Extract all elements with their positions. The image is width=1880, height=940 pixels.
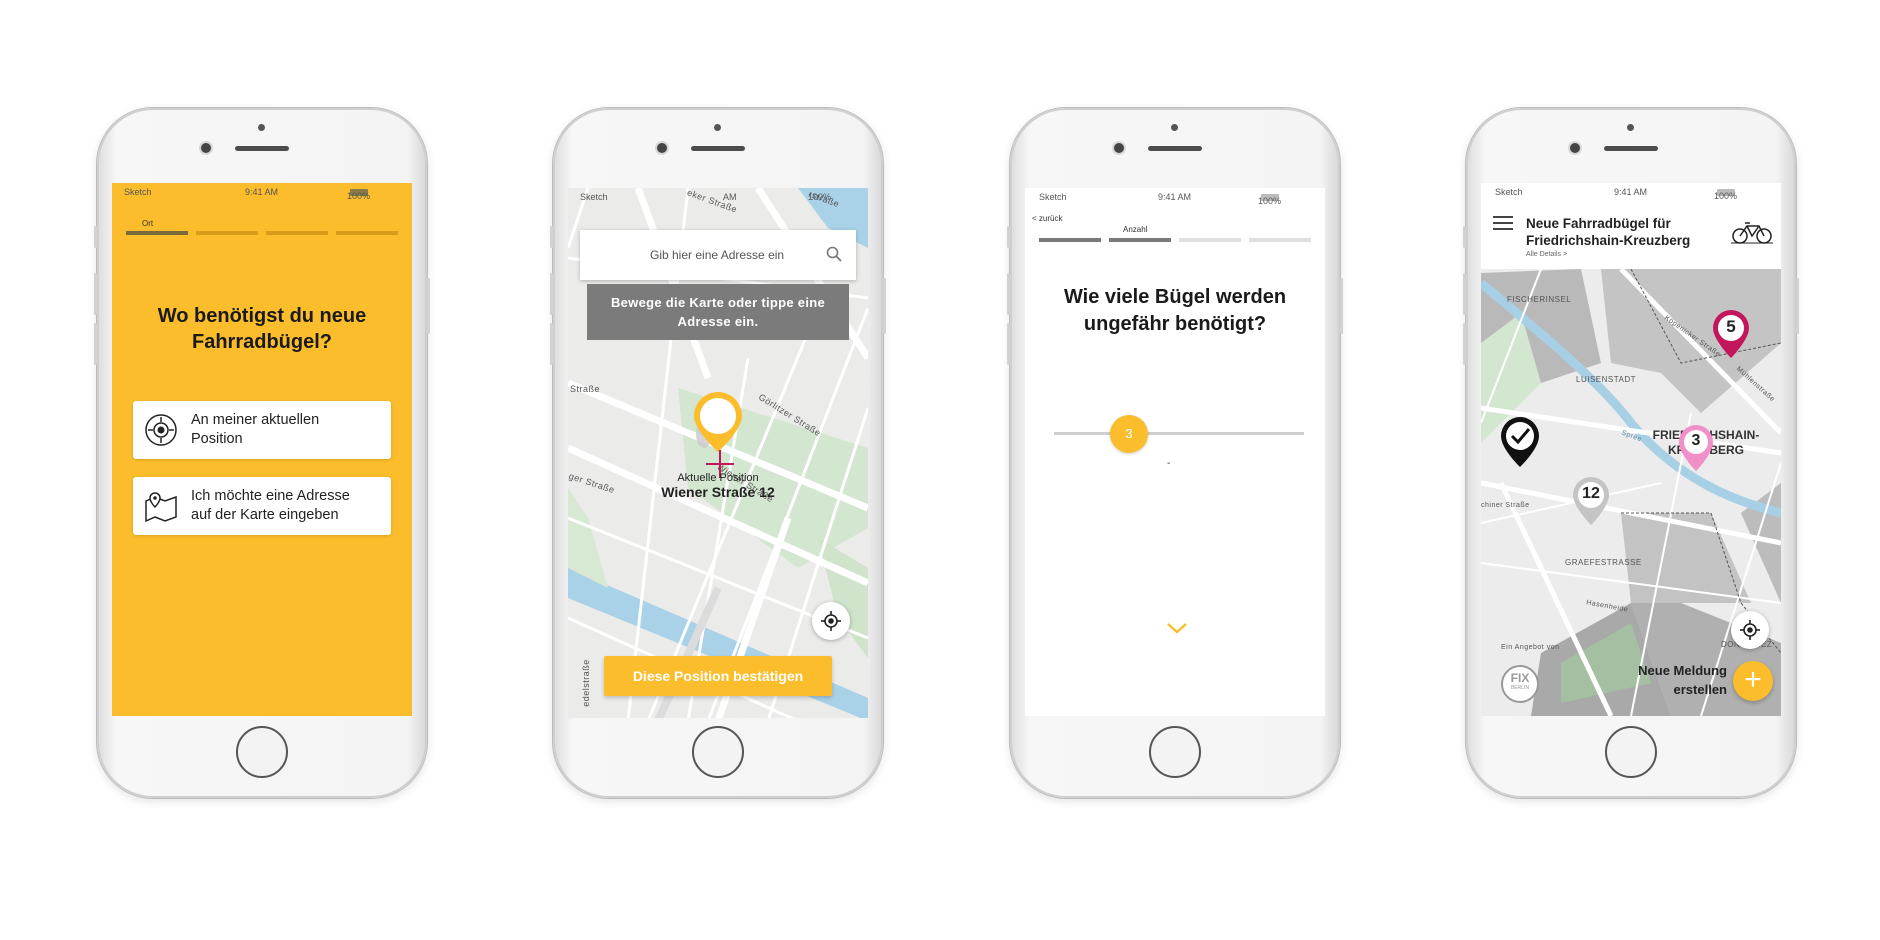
progress-step-4: [1249, 238, 1311, 242]
current-address: Wiener Straße 12: [661, 484, 775, 500]
map-pin-3[interactable]: 3: [1677, 423, 1715, 473]
confirm-position-button[interactable]: Diese Position bestätigen: [604, 656, 832, 696]
area-label: FISCHERINSEL: [1507, 295, 1572, 304]
screen-location-choice: Sketch 9:41 AM 100% Ort Wo benötigst du …: [112, 183, 412, 716]
area-label: chiner Straße: [1481, 502, 1530, 509]
chevron-down-icon[interactable]: [1165, 620, 1189, 636]
home-button[interactable]: [1605, 726, 1657, 778]
phone-frame-1: Sketch 9:41 AM 100% Ort Wo benötigst du …: [94, 108, 430, 798]
battery-percent: 100%: [1714, 189, 1738, 201]
status-time: 9:41 AM: [1614, 187, 1648, 197]
quantity-slider-track[interactable]: [1054, 432, 1304, 435]
signal-carrier: Sketch: [1495, 187, 1523, 197]
home-button[interactable]: [236, 726, 288, 778]
status-bar: Sketch 9:41 AM 100%: [112, 183, 412, 201]
battery-percent: 100%: [808, 192, 832, 202]
fix-logo-text: FIX: [1510, 671, 1530, 685]
back-link[interactable]: < zurück: [1032, 214, 1062, 223]
status-bar: Sketch AM 100%: [568, 188, 868, 206]
pin-count: 5: [1726, 317, 1736, 336]
pin-count: 12: [1582, 485, 1600, 502]
current-position-label: Aktuelle Position: [677, 472, 759, 484]
search-icon[interactable]: [826, 246, 842, 262]
search-input[interactable]: Gib hier eine Adresse ein: [580, 230, 856, 280]
plus-icon: +: [1744, 663, 1762, 696]
phone-frame-2: eker Straße rstraße Straße Görlitzer Str…: [550, 108, 886, 798]
phone-frame-4: FISCHERINSEL LUISENSTADT Köpenicker Stra…: [1463, 108, 1799, 798]
screen-map-position: eker Straße rstraße Straße Görlitzer Str…: [568, 188, 868, 718]
location-target-icon: [1740, 620, 1760, 640]
app-header: Sketch 9:41 AM 100% Neue Fahrradbügel fü…: [1481, 183, 1781, 269]
area-label: Ein Angebot von: [1501, 644, 1560, 651]
map-pin-12[interactable]: 12: [1571, 475, 1611, 527]
step-label: Anzahl: [1123, 225, 1148, 234]
location-marker: [692, 390, 744, 456]
location-target-icon: [821, 611, 841, 631]
progress-step-1: [1039, 238, 1101, 242]
status-time: 9:41 AM: [245, 187, 279, 197]
status-bar: Sketch 9:41 AM 100%: [1481, 183, 1781, 201]
progress-step-1: [126, 231, 188, 235]
progress-step-2: [196, 231, 258, 235]
progress-step-3: [1179, 238, 1241, 242]
add-report-button[interactable]: +: [1733, 661, 1773, 701]
street-label: edelstraße: [580, 659, 591, 707]
option-current-position[interactable]: An meiner aktuellen Position: [133, 401, 391, 459]
progress-step-4: [336, 231, 398, 235]
map-pin-5[interactable]: 5: [1711, 308, 1751, 360]
status-time: AM: [723, 192, 737, 202]
details-link[interactable]: Alle Details >: [1526, 251, 1567, 258]
menu-icon[interactable]: [1493, 215, 1513, 231]
option-enter-address[interactable]: Ich möchte eine Adresse auf der Karte ei…: [133, 477, 391, 535]
status-bar: Sketch 9:41 AM 100%: [1025, 188, 1325, 206]
bicycle-icon: [1731, 221, 1773, 245]
fix-berlin-logo: FIX BERLIN: [1501, 665, 1539, 703]
phone-frame-3: Sketch 9:41 AM 100% < zurück Anzahl Wie …: [1007, 108, 1343, 798]
signal-carrier: Sketch: [1039, 192, 1067, 202]
map-pin-done[interactable]: [1499, 415, 1541, 469]
page-title: Neue Fahrradbügel für Friedrichshain-Kre…: [1526, 216, 1691, 248]
fix-logo-sub: BERLIN: [1510, 685, 1530, 691]
page-title: Wo benötigst du neue Fahrradbügel?: [157, 305, 367, 353]
step-label: Ort: [142, 219, 154, 228]
area-label: LUISENSTADT: [1576, 375, 1637, 384]
locate-me-button[interactable]: [1731, 611, 1769, 649]
map-hint: Bewege die Karte oder tippe eine Adresse…: [587, 284, 849, 340]
screen-overview-map: FISCHERINSEL LUISENSTADT Köpenicker Stra…: [1481, 183, 1781, 716]
battery-percent: 100%: [347, 189, 371, 201]
battery-percent: 100%: [1258, 194, 1282, 206]
new-report-label: Neue Meldung erstellen: [1638, 663, 1727, 697]
quantity-slider-thumb[interactable]: 3: [1110, 415, 1148, 453]
option-label: Ich möchte eine Adresse auf der Karte ei…: [191, 488, 350, 523]
progress-step-3: [266, 231, 328, 235]
home-button[interactable]: [692, 726, 744, 778]
search-placeholder: Gib hier eine Adresse ein: [650, 248, 785, 262]
progress-step-2: [1109, 238, 1171, 242]
status-time: 9:41 AM: [1158, 192, 1192, 202]
pin-count: 3: [1691, 432, 1701, 449]
street-label: Straße: [570, 384, 601, 394]
slider-tick: -: [1167, 458, 1171, 469]
screen-quantity: Sketch 9:41 AM 100% < zurück Anzahl Wie …: [1025, 188, 1325, 716]
signal-carrier: Sketch: [124, 187, 152, 197]
option-label: An meiner aktuellen Position: [191, 412, 320, 447]
locate-me-button[interactable]: [812, 602, 850, 640]
home-button[interactable]: [1149, 726, 1201, 778]
signal-carrier: Sketch: [580, 192, 608, 202]
checkmark-icon: [1501, 417, 1539, 467]
area-label: GRAEFESTRASSE: [1565, 558, 1642, 567]
location-target-icon: [143, 412, 179, 448]
map-pin-icon: [143, 488, 179, 524]
page-title: Wie viele Bügel werden ungefähr benötigt…: [1063, 286, 1287, 335]
